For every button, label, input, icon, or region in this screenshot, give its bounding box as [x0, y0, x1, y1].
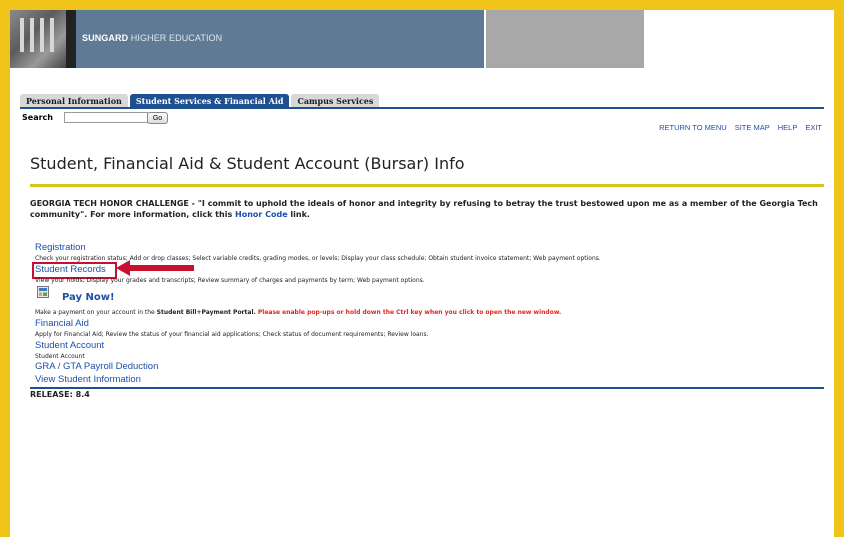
sungard-logo: SUNGARD HIGHER EDUCATION [82, 33, 223, 43]
search-label: Search [22, 113, 53, 122]
tab-personal-information[interactable]: Personal Information [20, 94, 128, 107]
title-divider [30, 184, 824, 187]
financial-aid-description: Apply for Financial Aid; Review the stat… [35, 331, 429, 338]
banner-divider [66, 10, 76, 68]
financial-aid-link[interactable]: Financial Aid [35, 318, 89, 329]
banner-gray-panel [486, 10, 644, 68]
registration-link[interactable]: Registration [35, 242, 86, 253]
footer-divider [30, 387, 824, 389]
student-account-description: Student Account [35, 353, 85, 360]
help-link[interactable]: HELP [778, 123, 798, 132]
go-button[interactable]: Go [147, 112, 168, 124]
student-account-link[interactable]: Student Account [35, 340, 104, 351]
honor-code-link[interactable]: Honor Code [235, 210, 288, 219]
exit-link[interactable]: EXIT [805, 123, 822, 132]
top-links: RETURN TO MENU SITE MAP HELP EXIT [659, 123, 822, 132]
return-to-menu-link[interactable]: RETURN TO MENU [659, 123, 727, 132]
pay-now-link[interactable]: Pay Now! [62, 292, 115, 303]
payment-icon [37, 286, 49, 298]
tab-student-services[interactable]: Student Services & Financial Aid [129, 94, 290, 107]
view-student-information-link[interactable]: View Student Information [35, 374, 141, 385]
tab-campus-services[interactable]: Campus Services [291, 94, 380, 107]
gra-gta-payroll-link[interactable]: GRA / GTA Payroll Deduction [35, 361, 158, 372]
release-version: RELEASE: 8.4 [30, 390, 90, 399]
banner-building-photo [10, 10, 66, 68]
pay-now-description: Make a payment on your account in the St… [35, 309, 562, 316]
header-banner: SUNGARD HIGHER EDUCATION [10, 10, 484, 68]
page-title: Student, Financial Aid & Student Account… [30, 154, 465, 173]
tab-bar: Personal Information Student Services & … [20, 93, 381, 107]
honor-challenge-text: GEORGIA TECH HONOR CHALLENGE - "I commit… [30, 199, 818, 219]
student-records-description: View your holds; Display your grades and… [35, 277, 425, 284]
pointer-arrow-icon [116, 260, 194, 276]
site-map-link[interactable]: SITE MAP [735, 123, 770, 132]
tab-underline [20, 107, 824, 109]
search-input[interactable] [64, 112, 148, 123]
